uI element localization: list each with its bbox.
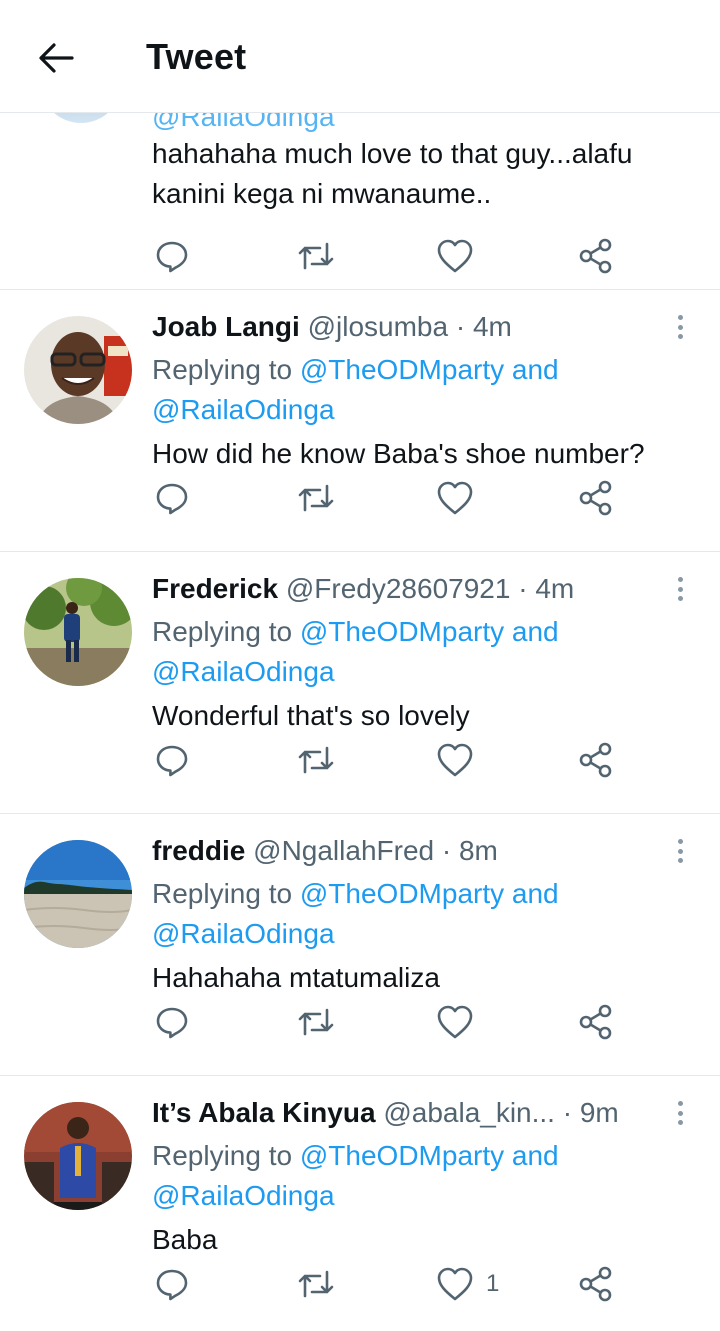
- more-options-button[interactable]: [670, 836, 690, 866]
- reply-icon: [156, 483, 188, 515]
- avatar[interactable]: [40, 113, 122, 123]
- retweet-icon: [298, 746, 334, 774]
- share-button[interactable]: [578, 992, 614, 1052]
- mention-link[interactable]: @TheODMparty: [300, 1140, 504, 1171]
- retweet-icon: [298, 1270, 334, 1298]
- avatar[interactable]: [24, 578, 132, 686]
- replying-to: Replying to @TheODMparty and @RailaOding…: [152, 354, 559, 425]
- mention-link[interactable]: @RailaOdinga: [152, 918, 335, 949]
- like-button[interactable]: [436, 992, 486, 1052]
- username[interactable]: @Fredy28607921: [286, 573, 511, 604]
- reply-button[interactable]: [154, 468, 190, 528]
- retweet-button[interactable]: [296, 226, 336, 286]
- heart-icon: [437, 239, 473, 273]
- reply-icon: [156, 241, 188, 273]
- replying-to: Replying to @TheODMparty and @RailaOding…: [152, 878, 559, 949]
- share-icon: [579, 480, 612, 516]
- more-options-button[interactable]: [670, 1098, 690, 1128]
- tweet-text: How did he know Baba's shoe number?: [152, 438, 645, 469]
- mention-link[interactable]: @TheODMparty: [300, 616, 504, 647]
- mention-link[interactable]: @TheODMparty: [300, 878, 504, 909]
- heart-icon: [437, 743, 473, 777]
- tweet-actions: 1: [0, 1254, 720, 1314]
- tweet-text: Wonderful that's so lovely: [152, 700, 470, 731]
- page-title: Tweet: [146, 36, 247, 77]
- share-button[interactable]: [578, 1254, 614, 1314]
- share-icon: [579, 1266, 612, 1302]
- avatar[interactable]: [24, 316, 132, 424]
- username[interactable]: @abala_kin...: [383, 1097, 555, 1128]
- tweet-header: It’s Abala Kinyua @abala_kin... · 9m: [152, 1096, 619, 1130]
- display-name[interactable]: Joab Langi: [152, 311, 300, 342]
- mention-link[interactable]: @RailaOdinga: [152, 394, 335, 425]
- tweet-header: Joab Langi @jlosumba · 4m: [152, 310, 512, 344]
- timestamp[interactable]: · 4m: [456, 311, 512, 342]
- heart-icon: [437, 481, 473, 515]
- like-button[interactable]: [436, 730, 486, 790]
- tweet-actions: [0, 730, 720, 790]
- retweet-button[interactable]: [296, 992, 336, 1052]
- timestamp[interactable]: · 4m: [518, 573, 574, 604]
- top-bar: Tweet: [0, 0, 720, 113]
- display-name[interactable]: freddie: [152, 835, 245, 866]
- share-button[interactable]: [578, 468, 614, 528]
- share-button[interactable]: [578, 730, 614, 790]
- avatar[interactable]: [24, 840, 132, 948]
- tweet-actions: [0, 226, 720, 286]
- retweet-button[interactable]: [296, 468, 336, 528]
- display-name[interactable]: It’s Abala Kinyua: [152, 1097, 376, 1128]
- tweet-text: Hahahaha mtatumaliza: [152, 962, 440, 993]
- tweet-header: Frederick @Fredy28607921 · 4m: [152, 572, 574, 606]
- more-options-button[interactable]: [670, 312, 690, 342]
- mention-link[interactable]: @RailaOdinga: [152, 656, 335, 687]
- reply-icon: [156, 1007, 188, 1039]
- retweet-icon: [298, 242, 334, 270]
- reply-button[interactable]: [154, 1254, 190, 1314]
- tweet-text: Baba: [152, 1224, 218, 1255]
- reply-tweet[interactable]: It’s Abala Kinyua @abala_kin... · 9m Rep…: [0, 1076, 720, 1331]
- share-icon: [579, 1004, 612, 1040]
- avatar[interactable]: [24, 1102, 132, 1210]
- replying-to: Replying to @TheODMparty and @RailaOding…: [152, 616, 559, 687]
- retweet-button[interactable]: [296, 730, 336, 790]
- reply-tweet[interactable]: freddie @NgallahFred · 8m Replying to @T…: [0, 814, 720, 1076]
- tweet-text: hahahaha much love to that guy...alafu k…: [152, 138, 633, 209]
- arrow-left-icon: [39, 43, 74, 73]
- display-name[interactable]: Frederick: [152, 573, 278, 604]
- replies-list[interactable]: @RailaOdinga hahahaha much love to that …: [0, 113, 720, 1331]
- retweet-icon: [298, 484, 334, 512]
- tweet-actions: [0, 992, 720, 1052]
- timestamp[interactable]: · 8m: [442, 835, 498, 866]
- reply-tweet[interactable]: Frederick @Fredy28607921 · 4m Replying t…: [0, 552, 720, 814]
- username[interactable]: @NgallahFred: [253, 835, 434, 866]
- retweet-button[interactable]: [296, 1254, 336, 1314]
- reply-tweet[interactable]: Joab Langi @jlosumba · 4m Replying to @T…: [0, 290, 720, 552]
- more-options-button[interactable]: [670, 574, 690, 604]
- reply-button[interactable]: [154, 992, 190, 1052]
- tweet-actions: [0, 468, 720, 528]
- mention-link[interactable]: @RailaOdinga: [152, 113, 335, 133]
- reply-icon: [156, 745, 188, 777]
- heart-icon: [437, 1267, 473, 1301]
- timestamp[interactable]: · 9m: [563, 1097, 619, 1128]
- retweet-icon: [298, 1008, 334, 1036]
- reply-button[interactable]: [154, 226, 190, 286]
- share-icon: [579, 238, 612, 274]
- like-button[interactable]: [436, 226, 474, 286]
- heart-icon: [437, 1005, 473, 1039]
- like-button[interactable]: [436, 468, 486, 528]
- mention-link[interactable]: @TheODMparty: [300, 354, 504, 385]
- back-button[interactable]: [30, 34, 82, 82]
- mention-link[interactable]: @RailaOdinga: [152, 1180, 335, 1211]
- reply-icon: [156, 1269, 188, 1301]
- like-count: 1: [486, 1270, 500, 1297]
- share-button[interactable]: [578, 226, 614, 286]
- like-button[interactable]: 1: [436, 1254, 499, 1314]
- replying-to: Replying to @TheODMparty and @RailaOding…: [152, 1140, 559, 1211]
- reply-button[interactable]: [154, 730, 190, 790]
- username[interactable]: @jlosumba: [308, 311, 448, 342]
- share-icon: [579, 742, 612, 778]
- tweet-header: freddie @NgallahFred · 8m: [152, 834, 498, 868]
- reply-tweet-partial[interactable]: @RailaOdinga hahahaha much love to that …: [0, 113, 720, 290]
